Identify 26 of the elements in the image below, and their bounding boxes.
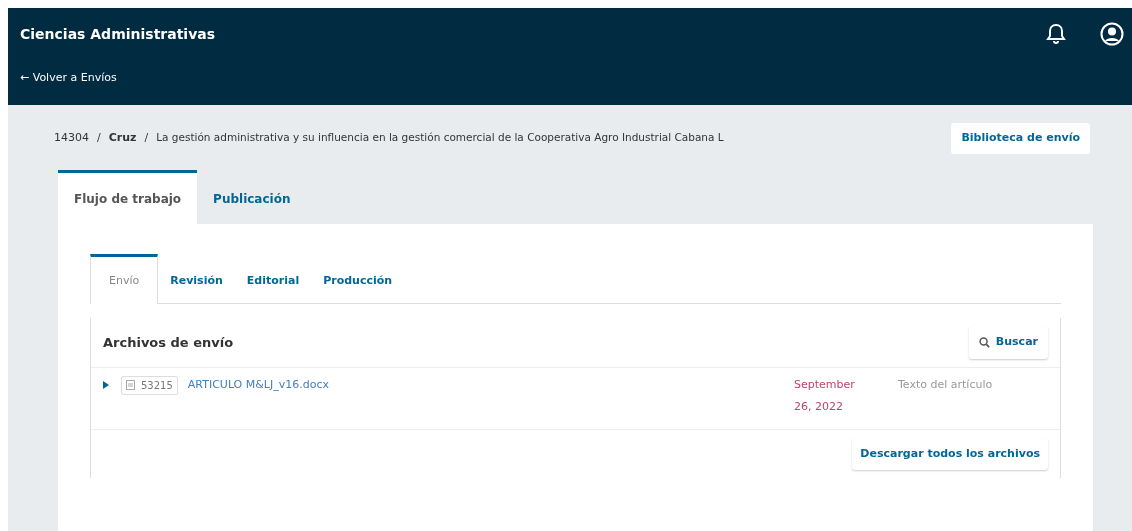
- file-type: Texto del artículo: [898, 376, 994, 393]
- breadcrumb-separator: /: [97, 130, 101, 146]
- submission-id: 14304: [54, 130, 89, 146]
- site-title: Ciencias Administrativas: [20, 25, 216, 44]
- file-id: 53215: [141, 378, 173, 393]
- stage-tab[interactable]: Producción: [311, 253, 405, 303]
- stage-tab[interactable]: Envío: [90, 253, 159, 304]
- file-link[interactable]: ARTICULO M&LJ_v16.docx: [187, 376, 329, 393]
- search-icon: [978, 336, 990, 348]
- stage-tab[interactable]: Editorial: [234, 253, 312, 303]
- breadcrumb-separator: /: [144, 130, 149, 146]
- user-avatar-icon[interactable]: [1100, 22, 1124, 46]
- tab[interactable]: Flujo de trabajo: [58, 169, 198, 224]
- expand-toggle-icon[interactable]: [103, 380, 109, 389]
- submission-title: La gestión administrativa y su influencia en la gestión comercial de la Cooperativa Agro Industrial Cabana L: [156, 130, 724, 145]
- bell-icon[interactable]: [1046, 23, 1066, 45]
- stage-tab[interactable]: Revisión: [158, 253, 235, 303]
- back-link[interactable]: ← Volver a Envíos: [20, 70, 117, 87]
- author-name: Cruz: [108, 130, 137, 146]
- document-icon: [126, 380, 135, 390]
- tab[interactable]: Publicación: [197, 169, 307, 224]
- file-date: September 26, 2022: [794, 376, 856, 415]
- search-button[interactable]: Buscar: [968, 326, 1048, 359]
- panel-title: Archivos de envío: [103, 333, 234, 352]
- download-all-button[interactable]: Descargar todos los archivos: [852, 437, 1048, 470]
- library-button[interactable]: Biblioteca de envío: [951, 123, 1090, 154]
